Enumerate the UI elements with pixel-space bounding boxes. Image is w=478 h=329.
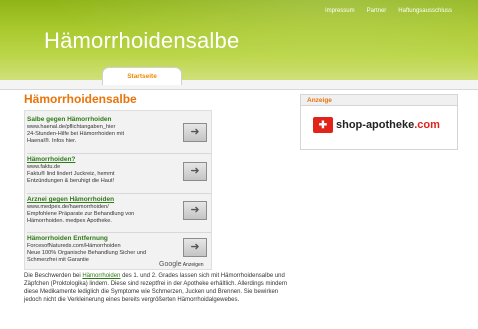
haemorrhoiden-link[interactable]: Hämorrhoiden <box>82 273 120 279</box>
ad-block: Salbe gegen Hämorrhoiden www.haenal.de/p… <box>24 110 212 270</box>
sidebar-heading: Anzeige <box>301 95 457 106</box>
shop-apotheke-logo[interactable]: ✚ shop-apotheke.com <box>313 117 440 133</box>
ad-arrow-button[interactable]: ➜ <box>183 238 207 257</box>
google-ads-label[interactable]: Google Anzeigen <box>159 261 204 268</box>
arrow-right-icon: ➜ <box>190 241 200 253</box>
arrow-right-icon: ➜ <box>190 204 200 216</box>
article-text-start: Die Beschwerden bei <box>24 273 83 279</box>
tab-startseite[interactable]: Startseite <box>102 67 182 85</box>
ad-arrow-button[interactable]: ➜ <box>183 201 207 220</box>
ad-arrow-button[interactable]: ➜ <box>183 162 207 181</box>
ad-divider <box>27 153 211 154</box>
page-title: Hämorrhoidensalbe <box>24 92 137 106</box>
shop-apotheke-logo-icon: ✚ <box>313 117 333 133</box>
navigation-bar <box>0 80 478 90</box>
site-title[interactable]: Hämorrhoidensalbe <box>44 28 239 54</box>
google-logo: Google <box>159 261 182 268</box>
ads-label: Anzeigen <box>182 262 204 268</box>
top-navigation: Impressum Partner Haftungsausschluss <box>325 8 452 14</box>
site-header: Impressum Partner Haftungsausschluss Häm… <box>0 0 478 80</box>
ad-divider <box>27 232 211 233</box>
ad-arrow-button[interactable]: ➜ <box>183 123 207 142</box>
ad-divider <box>27 193 211 194</box>
arrow-right-icon: ➜ <box>190 165 200 177</box>
nav-link-partner[interactable]: Partner <box>367 8 387 14</box>
nav-link-haftungsausschluss[interactable]: Haftungsausschluss <box>398 8 452 14</box>
arrow-right-icon: ➜ <box>190 126 200 138</box>
nav-link-impressum[interactable]: Impressum <box>325 8 355 14</box>
article-text: Die Beschwerden bei Hämorrhoiden des 1. … <box>24 272 296 304</box>
shop-apotheke-wordmark: shop-apotheke.com <box>336 119 440 131</box>
sidebar-ad-box: Anzeige ✚ shop-apotheke.com <box>300 94 458 150</box>
